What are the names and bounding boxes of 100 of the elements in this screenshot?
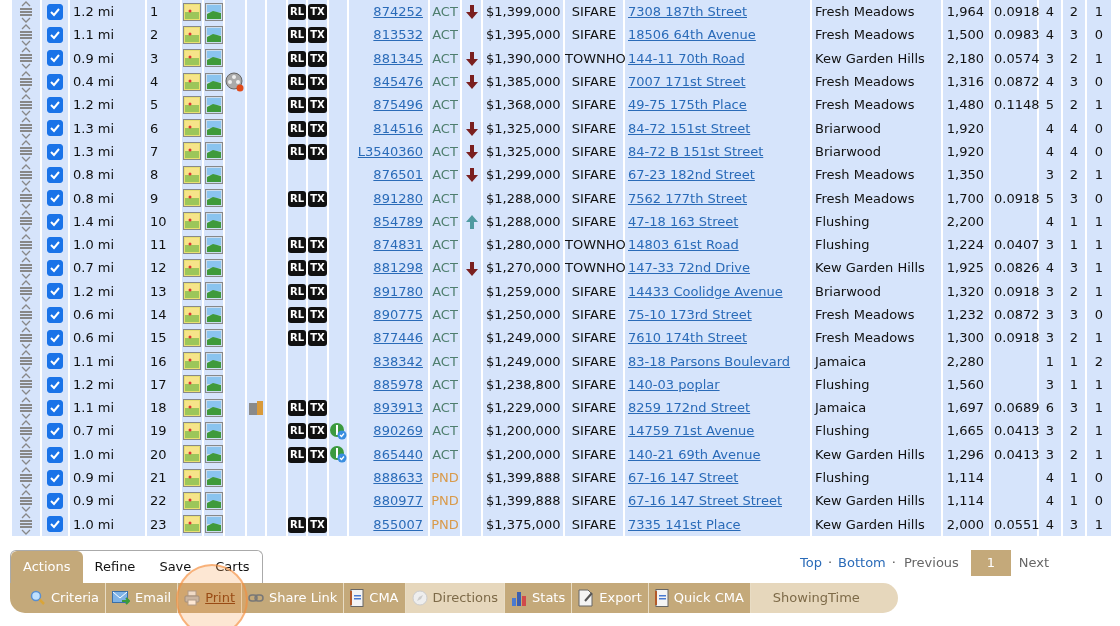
drag-handle-icon[interactable] [19, 466, 33, 489]
address-link[interactable]: 75-10 173rd Street [628, 307, 752, 322]
landscape-icon[interactable] [204, 282, 223, 301]
photo-icon[interactable] [183, 142, 201, 161]
page-button[interactable]: 1 [970, 549, 1011, 576]
mls-link[interactable]: 877446 [373, 330, 423, 346]
landscape-icon[interactable] [204, 165, 223, 184]
address-link[interactable]: 7335 141st Place [628, 516, 741, 532]
photo-icon[interactable] [183, 491, 201, 510]
mls-link[interactable]: 854789 [373, 213, 423, 229]
mls-link[interactable]: 880977 [373, 493, 423, 509]
drag-handle-icon[interactable] [19, 350, 33, 373]
mls-link[interactable]: 888633 [373, 470, 423, 486]
checkbox[interactable] [47, 469, 63, 486]
checkbox[interactable] [47, 73, 63, 90]
drag-handle-icon[interactable] [19, 303, 33, 326]
mls-link[interactable]: 813532 [373, 27, 423, 43]
address-link[interactable]: 67-16 147 Street Street [628, 493, 782, 509]
checkbox[interactable] [47, 50, 63, 67]
mls-link[interactable]: 881298 [373, 260, 423, 276]
action-button[interactable]: Export [572, 582, 649, 613]
photo-icon[interactable] [183, 235, 201, 254]
mls-link[interactable]: 855007 [373, 516, 423, 532]
drag-handle-icon[interactable] [19, 187, 33, 209]
checkbox[interactable] [47, 493, 63, 510]
drag-handle-icon[interactable] [19, 326, 33, 349]
drag-handle-icon[interactable] [19, 396, 33, 419]
address-link[interactable]: 67-23 182nd Street [628, 167, 755, 183]
mls-link[interactable]: 891780 [373, 283, 423, 299]
dollar-check-icon[interactable] [329, 422, 347, 440]
landscape-icon[interactable] [204, 445, 223, 464]
action-button[interactable]: Print [178, 582, 243, 613]
drag-handle-icon[interactable] [19, 210, 33, 233]
address-link[interactable]: 18506 64th Avenue [628, 27, 756, 43]
checkbox[interactable] [47, 306, 63, 323]
checkbox[interactable] [47, 260, 63, 277]
address-link[interactable]: 147-33 72nd Drive [628, 260, 750, 276]
address-link[interactable]: 14433 Coolidge Avenue [628, 283, 783, 299]
address-link[interactable]: 83-18 Parsons Boulevard [628, 353, 791, 369]
landscape-icon[interactable] [204, 119, 223, 138]
checkbox[interactable] [47, 97, 63, 114]
pager-link[interactable]: Bottom [838, 555, 886, 571]
photo-icon[interactable] [183, 422, 201, 440]
mls-link[interactable]: 875496 [373, 97, 423, 113]
drag-handle-icon[interactable] [19, 420, 33, 442]
drag-handle-icon[interactable] [19, 23, 33, 46]
photo-icon[interactable] [183, 352, 201, 371]
photo-icon[interactable] [183, 468, 201, 487]
landscape-icon[interactable] [204, 305, 223, 324]
dollar-check-icon[interactable] [329, 445, 347, 464]
photo-icon[interactable] [183, 328, 201, 347]
checkbox[interactable] [47, 353, 63, 370]
next-link[interactable]: Next [1018, 555, 1050, 571]
mls-link[interactable]: 814516 [373, 120, 423, 136]
landscape-icon[interactable] [204, 189, 223, 207]
drag-handle-icon[interactable] [19, 140, 33, 163]
address-link[interactable]: 7007 171st Street [628, 74, 746, 90]
address-link[interactable]: 7308 187th Street [628, 4, 747, 20]
photo-icon[interactable] [183, 119, 201, 138]
checkbox[interactable] [47, 27, 63, 44]
photo-icon[interactable] [183, 258, 201, 277]
landscape-icon[interactable] [204, 258, 223, 277]
drag-handle-icon[interactable] [19, 513, 33, 536]
mls-link[interactable]: 891280 [373, 190, 423, 206]
photo-icon[interactable] [183, 165, 201, 184]
drag-handle-icon[interactable] [19, 373, 33, 396]
address-link[interactable]: 67-16 147 Street [628, 470, 739, 486]
action-button[interactable]: Email [106, 582, 179, 613]
address-link[interactable]: 84-72 151st Street [628, 120, 751, 136]
photo-icon[interactable] [183, 398, 201, 417]
landscape-icon[interactable] [204, 25, 223, 44]
door-icon[interactable] [248, 399, 264, 416]
landscape-icon[interactable] [204, 491, 223, 510]
landscape-icon[interactable] [204, 142, 223, 161]
address-link[interactable]: 14759 71st Avenue [628, 423, 755, 439]
checkbox[interactable] [47, 213, 63, 230]
landscape-icon[interactable] [204, 375, 223, 394]
mls-link[interactable]: 881345 [373, 50, 423, 66]
mls-link[interactable]: 885978 [373, 376, 423, 392]
mls-link[interactable]: 890269 [373, 423, 423, 439]
drag-handle-icon[interactable] [19, 280, 33, 303]
drag-handle-icon[interactable] [19, 70, 33, 93]
checkbox[interactable] [47, 376, 63, 393]
address-link[interactable]: 8259 172nd Street [628, 400, 751, 416]
address-link[interactable]: 84-72 B 151st Street [628, 143, 764, 159]
landscape-icon[interactable] [204, 398, 223, 417]
checkbox[interactable] [47, 143, 63, 160]
checkbox[interactable] [47, 283, 63, 300]
address-link[interactable]: 49-75 175th Place [628, 97, 747, 113]
address-link[interactable]: 144-11 70th Road [628, 50, 745, 66]
action-button[interactable]: Stats [505, 582, 573, 613]
checkbox[interactable] [47, 120, 63, 137]
checkbox[interactable] [47, 236, 63, 253]
mls-link[interactable]: 874252 [373, 4, 423, 20]
photo-icon[interactable] [183, 25, 201, 44]
landscape-icon[interactable] [204, 2, 223, 21]
landscape-icon[interactable] [204, 422, 223, 440]
checkbox[interactable] [47, 446, 63, 463]
drag-handle-icon[interactable] [19, 489, 33, 512]
address-link[interactable]: 7610 174th Street [628, 330, 747, 346]
